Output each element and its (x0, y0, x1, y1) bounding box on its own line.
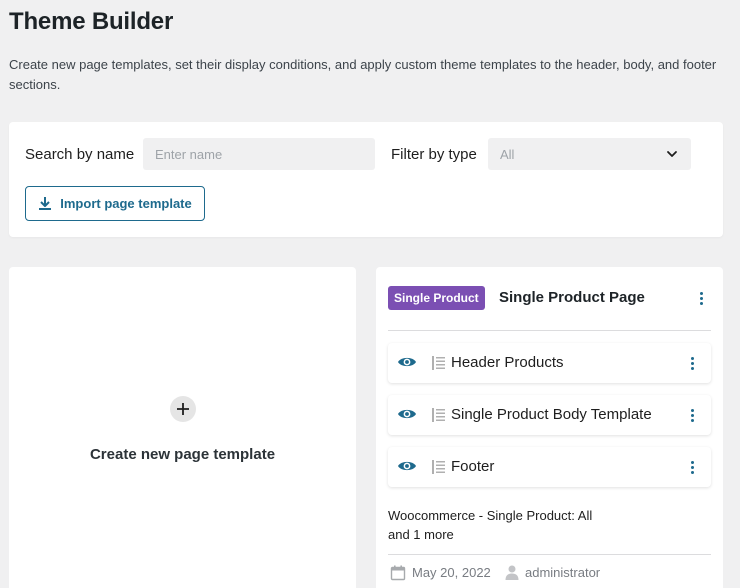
chevron-down-icon (667, 151, 677, 157)
template-part-label: Single Product Body Template (451, 406, 652, 423)
page-description: Create new page templates, set their dis… (9, 57, 717, 92)
template-type-badge: Single Product (388, 286, 485, 310)
eye-icon[interactable] (397, 459, 417, 473)
part-menu-icon[interactable] (684, 353, 700, 373)
template-part-row[interactable]: Single Product Body Template (388, 395, 711, 435)
drag-handle-icon[interactable] (432, 408, 445, 422)
template-menu-icon[interactable] (693, 288, 709, 308)
part-menu-icon[interactable] (684, 457, 700, 477)
display-conditions: Woocommerce - Single Product: All and 1 … (388, 506, 638, 544)
filter-type-value: All (500, 146, 515, 162)
import-button-label: Import page template (60, 196, 192, 211)
condition-line: Woocommerce - Single Product: All (388, 508, 593, 523)
page-title: Theme Builder (9, 8, 174, 35)
add-icon (170, 396, 196, 422)
condition-more: and 1 more (388, 527, 454, 542)
download-icon (39, 197, 52, 210)
filter-panel: Search by name Filter by type All Import… (9, 122, 723, 237)
filter-type-select[interactable]: All (488, 138, 691, 170)
search-input[interactable] (143, 138, 375, 170)
filter-type-label: Filter by type (391, 146, 477, 163)
template-date: May 20, 2022 (412, 565, 491, 580)
template-part-label: Header Products (451, 354, 564, 371)
import-template-button[interactable]: Import page template (25, 186, 205, 221)
divider (388, 330, 711, 331)
template-part-row[interactable]: Header Products (388, 343, 711, 383)
search-label: Search by name (25, 146, 135, 163)
eye-icon[interactable] (397, 355, 417, 369)
drag-handle-icon[interactable] (432, 356, 445, 370)
create-template-card[interactable]: Create new page template (9, 267, 356, 588)
template-part-row[interactable]: Footer (388, 447, 711, 487)
eye-icon[interactable] (397, 407, 417, 421)
create-template-label: Create new page template (89, 446, 276, 463)
template-part-label: Footer (451, 458, 495, 475)
divider (388, 554, 711, 555)
calendar-icon (390, 565, 406, 581)
template-author: administrator (525, 565, 601, 580)
template-card: Single Product Single Product Page Heade… (376, 267, 723, 588)
part-menu-icon[interactable] (684, 405, 700, 425)
template-title: Single Product Page (499, 289, 645, 306)
user-icon (505, 565, 519, 580)
drag-handle-icon[interactable] (432, 460, 445, 474)
